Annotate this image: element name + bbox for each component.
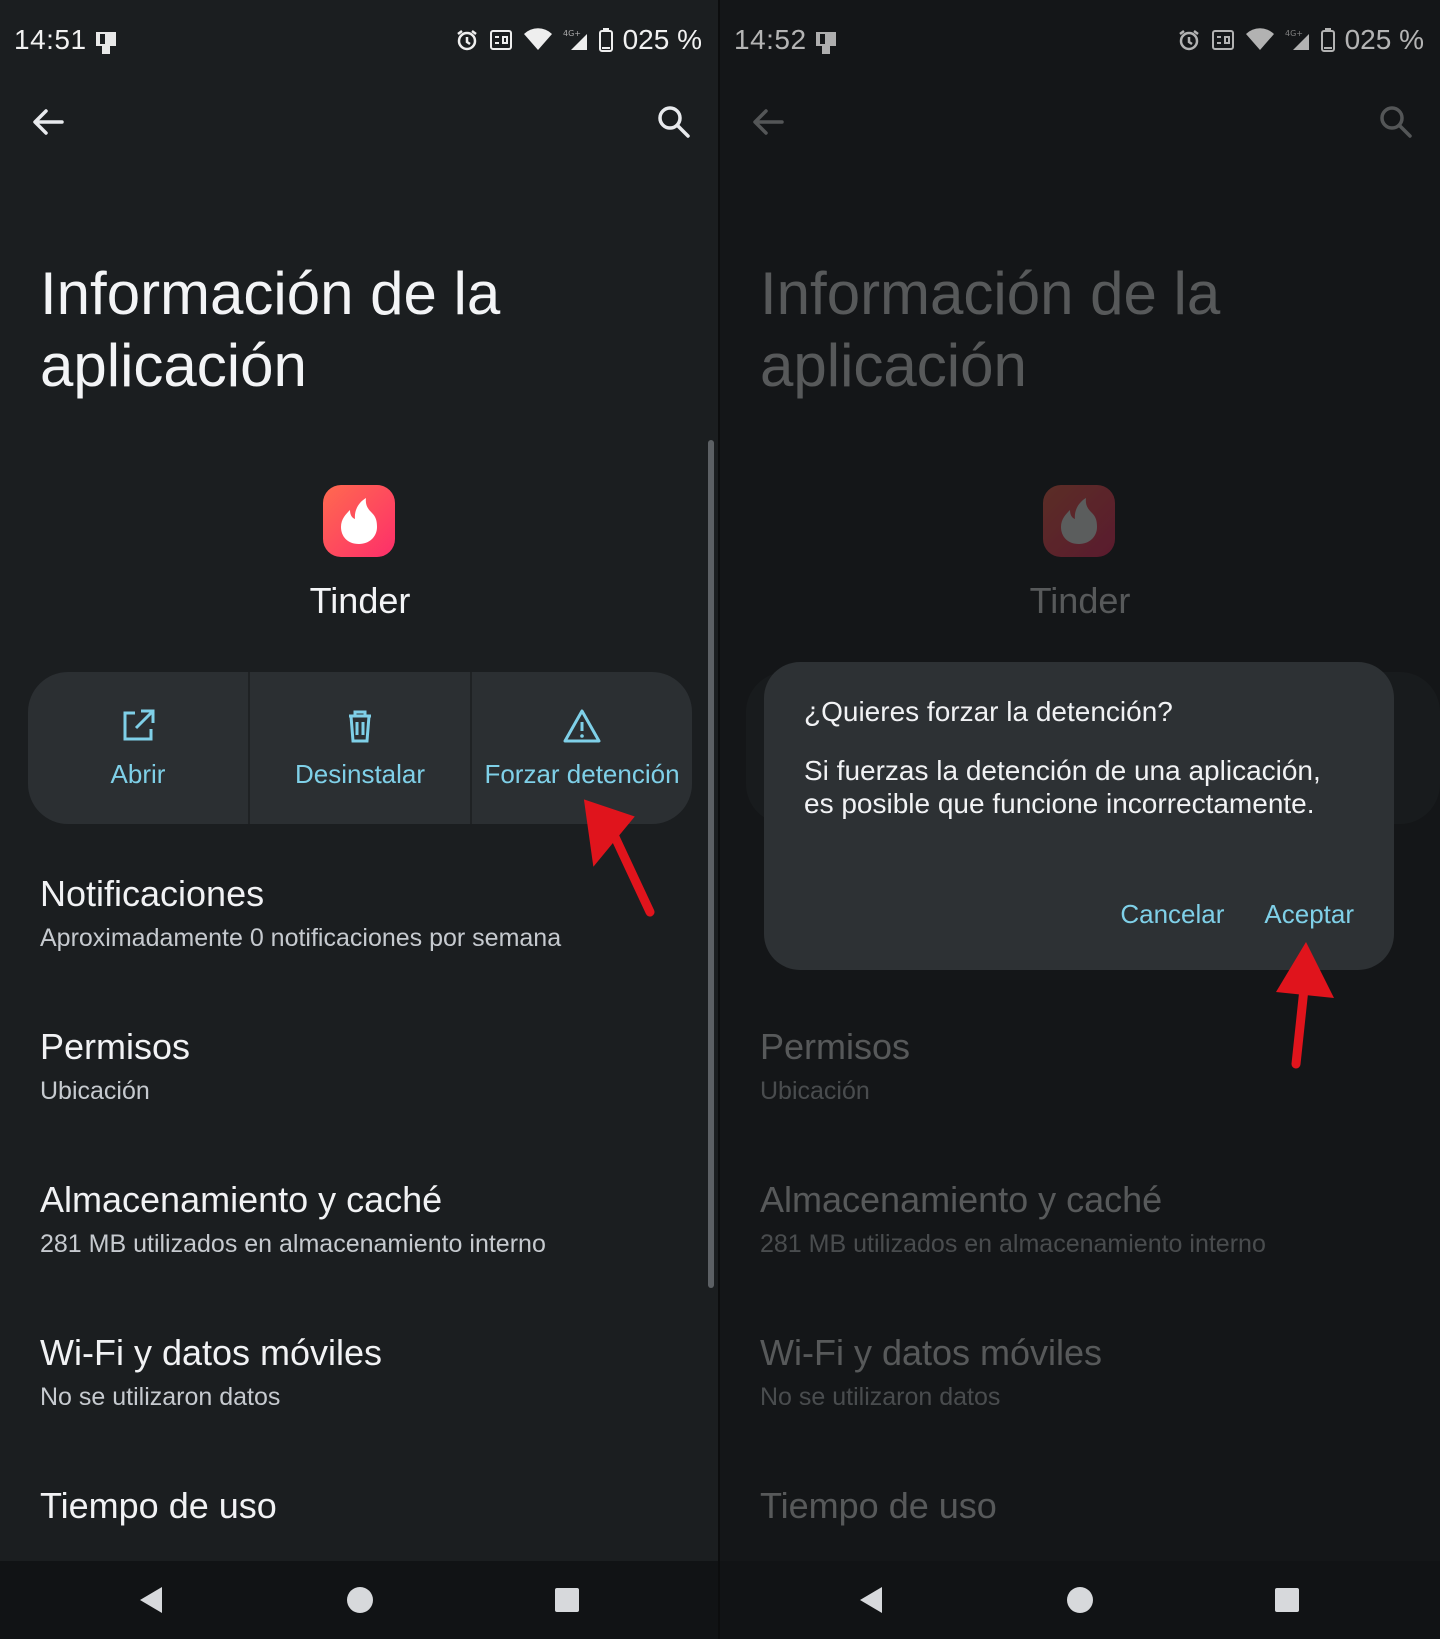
status-time: 14:51 xyxy=(14,24,87,55)
open-button[interactable]: Abrir xyxy=(28,672,250,824)
screen-time-item[interactable]: Tiempo de uso xyxy=(40,1484,680,1528)
dialog-message: Si fuerzas la detención de una aplicació… xyxy=(804,755,1321,819)
notification-app-icon xyxy=(96,32,116,54)
screen-time-title: Tiempo de uso xyxy=(40,1485,277,1526)
open-external-icon xyxy=(123,709,155,740)
uninstall-button[interactable]: Desinstalar xyxy=(250,672,472,824)
app-info-screen-dialog: 14:52 4G+ 025 % Información de la aplica… xyxy=(720,0,1440,1639)
trash-icon xyxy=(349,710,371,742)
nav-recents-icon[interactable] xyxy=(1270,1583,1304,1617)
cancel-button[interactable]: Cancelar xyxy=(1120,899,1224,930)
dialog-title: ¿Quieres forzar la detención? xyxy=(804,696,1173,727)
battery-icon xyxy=(598,28,613,52)
permissions-title: Permisos xyxy=(40,1026,191,1067)
app-name: Tinder xyxy=(309,580,411,621)
permissions-item[interactable]: Permisos Ubicación xyxy=(40,1025,680,1106)
storage-item[interactable]: Almacenamiento y caché 281 MB utilizados… xyxy=(40,1178,680,1259)
navigation-bar xyxy=(720,1561,1440,1639)
app-info-screen-before: 14:51 4G+ 025 % Información de la aplica… xyxy=(0,0,720,1639)
battery-percent: 025 % xyxy=(622,24,702,55)
permissions-subtitle: Ubicación xyxy=(40,1077,150,1105)
storage-subtitle: 281 MB utilizados en almacenamiento inte… xyxy=(40,1230,546,1258)
alarm-icon xyxy=(456,30,477,51)
force-stop-label: Forzar detención xyxy=(484,758,680,789)
dialog-actions: Cancelar Aceptar xyxy=(1120,899,1354,930)
nav-home-icon[interactable] xyxy=(343,1583,377,1617)
navigation-bar xyxy=(0,1561,718,1639)
status-bar: 14:51 4G+ 025 % xyxy=(0,0,718,90)
nav-back-icon[interactable] xyxy=(134,1583,168,1617)
volte-icon xyxy=(489,30,512,50)
data-usage-title: Wi-Fi y datos móviles xyxy=(40,1332,383,1373)
red-annotation-arrow xyxy=(1276,942,1334,1069)
nav-recents-icon[interactable] xyxy=(550,1583,584,1617)
nav-back-icon[interactable] xyxy=(854,1583,888,1617)
back-arrow-icon[interactable] xyxy=(26,100,70,144)
scrollbar[interactable] xyxy=(708,440,714,1288)
status-icons: 4G+ 025 % xyxy=(455,24,702,56)
uninstall-label: Desinstalar xyxy=(294,758,426,789)
notifications-subtitle: Aproximadamente 0 notificaciones por sem… xyxy=(40,924,562,952)
data-usage-item[interactable]: Wi-Fi y datos móviles No se utilizaron d… xyxy=(40,1331,680,1412)
warning-triangle-icon xyxy=(563,709,601,742)
data-usage-subtitle: No se utilizaron datos xyxy=(40,1383,281,1411)
open-label: Abrir xyxy=(110,758,166,789)
nav-home-icon[interactable] xyxy=(1063,1583,1097,1617)
svg-text:4G+: 4G+ xyxy=(563,29,581,38)
force-stop-dialog: ¿Quieres forzar la detención? Si fuerzas… xyxy=(764,662,1394,970)
tinder-flame-icon xyxy=(323,485,395,557)
signal-icon: 4G+ xyxy=(563,29,587,50)
comparison-page: 14:51 4G+ 025 % Información de la aplica… xyxy=(0,0,1440,1639)
search-icon[interactable] xyxy=(652,100,696,144)
wifi-icon xyxy=(523,28,552,50)
red-annotation-arrow xyxy=(583,799,655,917)
page-title: Información de la aplicación xyxy=(40,260,501,399)
accept-button[interactable]: Aceptar xyxy=(1264,899,1354,930)
storage-title: Almacenamiento y caché xyxy=(40,1179,443,1220)
